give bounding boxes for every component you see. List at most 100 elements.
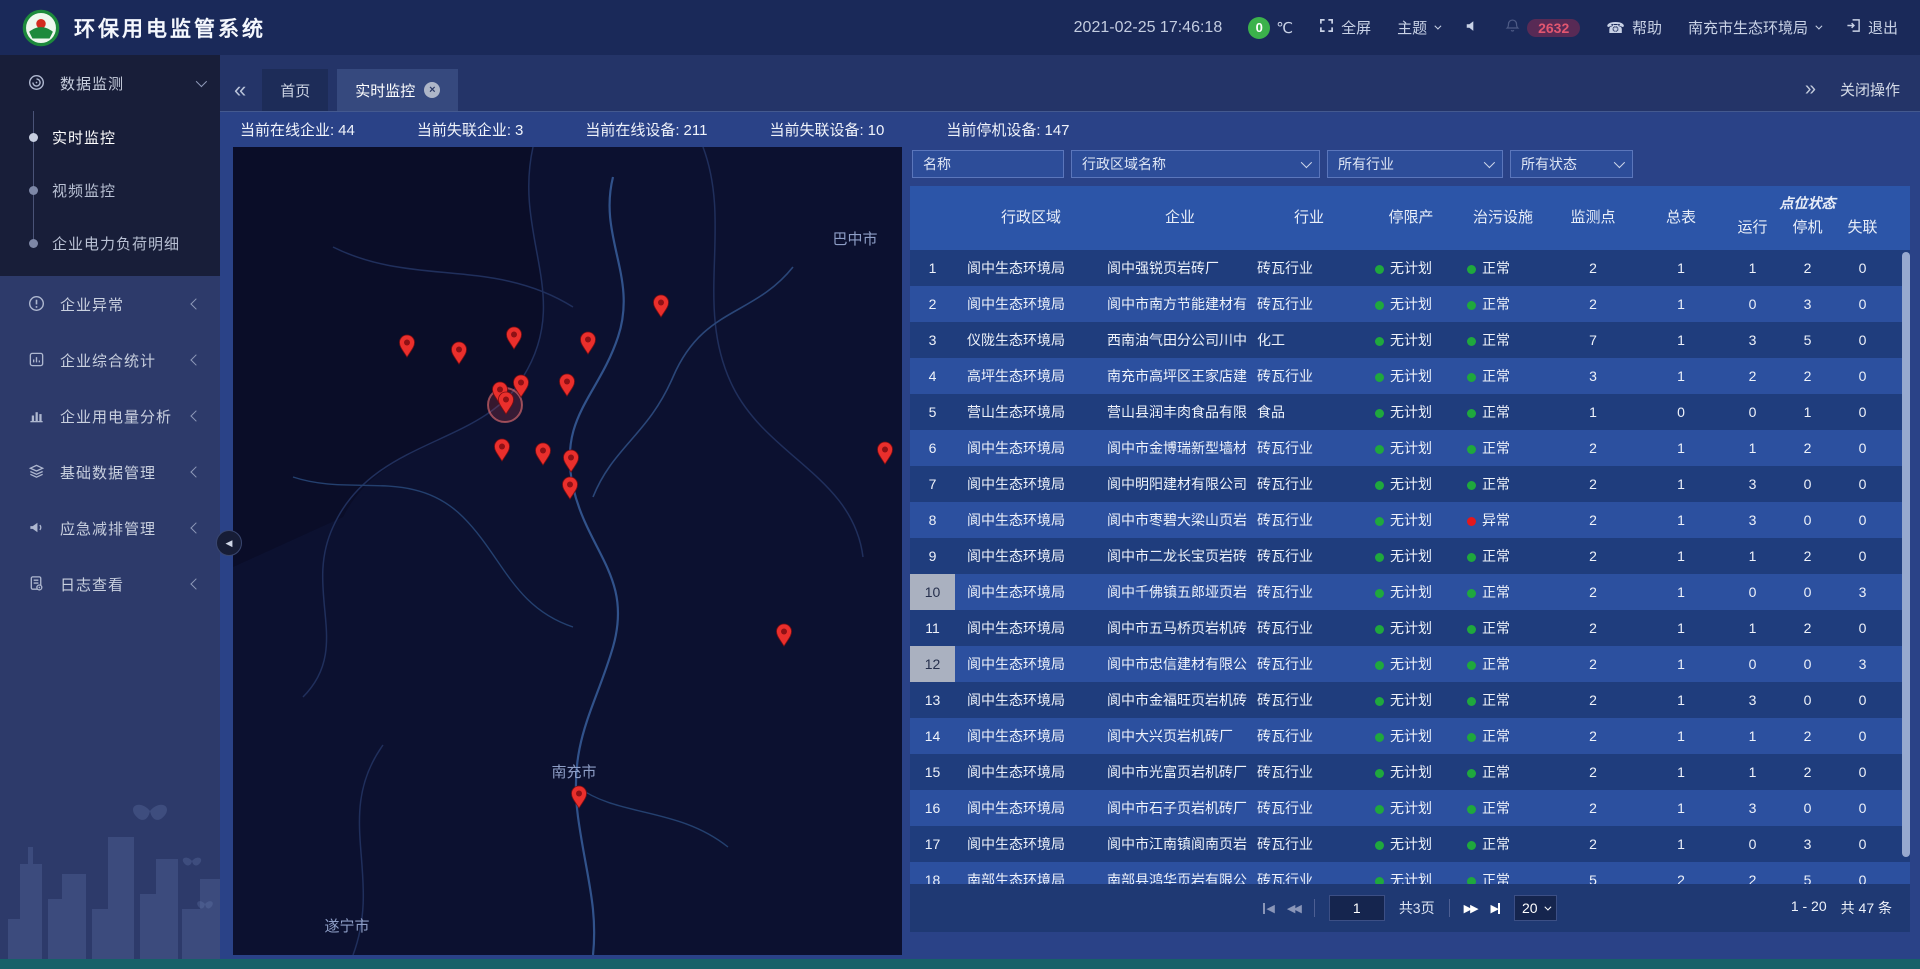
- cell-total-meters: 1: [1637, 512, 1725, 528]
- cell-lost: 0: [1835, 800, 1890, 816]
- tab-realtime-monitoring[interactable]: 实时监控×: [337, 69, 458, 111]
- status-dot-icon: [1467, 481, 1476, 490]
- table-row[interactable]: 10阆中生态环境局阆中千佛镇五郎垭页岩砖瓦行业无计划正常21003: [910, 574, 1910, 610]
- notifications-button[interactable]: 2632: [1505, 18, 1580, 37]
- close-tab-icon[interactable]: ×: [424, 82, 440, 98]
- table-row[interactable]: 2阆中生态环境局阆中市南方节能建材有砖瓦行业无计划正常21030: [910, 286, 1910, 322]
- sub-column-header: 运行: [1725, 214, 1780, 250]
- table-row[interactable]: 6阆中生态环境局阆中市金博瑞新型墙材砖瓦行业无计划正常21120: [910, 430, 1910, 466]
- table-row[interactable]: 4高坪生态环境局南充市高坪区王家店建砖瓦行业无计划正常31220: [910, 358, 1910, 394]
- cell-stopped: 0: [1780, 800, 1835, 816]
- status-dot-icon: [1467, 553, 1476, 562]
- table-row[interactable]: 13阆中生态环境局阆中市金福旺页岩机砖砖瓦行业无计划正常21300: [910, 682, 1910, 718]
- fullscreen-button[interactable]: 全屏: [1319, 17, 1371, 38]
- horn-icon: [28, 519, 46, 537]
- stat-label: 当前失联设备:: [769, 122, 863, 139]
- table-row[interactable]: 18南部生态环境局南部县鸿华页岩有限公砖瓦行业无计划正常52250: [910, 862, 1910, 884]
- cell-industry: 砖瓦行业: [1253, 366, 1365, 386]
- sidebar-subitem-realtime-monitoring[interactable]: 实时监控: [0, 111, 220, 164]
- cell-industry: 砖瓦行业: [1253, 798, 1365, 818]
- sidebar-item-company-statistics[interactable]: 企业综合统计: [0, 332, 220, 388]
- cell-monitor-points: 2: [1549, 728, 1637, 744]
- sidebar-item-label: 基础数据管理: [60, 462, 178, 483]
- chevron-down-icon: [196, 76, 207, 87]
- tabs-scroll-left-icon[interactable]: «: [220, 69, 262, 111]
- filter-name-input[interactable]: [912, 150, 1064, 178]
- status-dot-icon: [1467, 517, 1476, 526]
- sidebar-item-emergency-reduction[interactable]: 应急减排管理: [0, 500, 220, 556]
- table-row[interactable]: 16阆中生态环境局阆中市石子页岩机砖厂砖瓦行业无计划正常21300: [910, 790, 1910, 826]
- pagination-prev-button[interactable]: ◀◀: [1287, 902, 1300, 915]
- cell-pollution-facility: 正常: [1457, 294, 1549, 314]
- sidebar-item-company-abnormal[interactable]: 企业异常: [0, 276, 220, 332]
- cell-pollution-facility: 正常: [1457, 474, 1549, 494]
- theme-dropdown[interactable]: 主题: [1397, 17, 1439, 38]
- help-button[interactable]: ☎ 帮助: [1606, 17, 1662, 38]
- map-panel[interactable]: 巴中市南充市遂宁市: [233, 147, 902, 955]
- sub-column-header: 停机: [1780, 214, 1835, 250]
- sidebar-item-power-analysis[interactable]: 企业用电量分析: [0, 388, 220, 444]
- table-row[interactable]: 3仪陇生态环境局西南油气田分公司川中化工无计划正常71350: [910, 322, 1910, 358]
- sidebar-group-data-monitoring: 数据监测实时监控视频监控企业电力负荷明细: [0, 55, 220, 276]
- status-dot-icon: [1467, 661, 1476, 670]
- cell-limit-production: 无计划: [1365, 762, 1457, 782]
- sidebar-item-base-data[interactable]: 基础数据管理: [0, 444, 220, 500]
- sidebar-subitem-power-load-detail[interactable]: 企业电力负荷明细: [0, 217, 220, 270]
- mute-button[interactable]: [1465, 19, 1479, 37]
- column-header: 监测点: [1549, 186, 1637, 250]
- cell-pollution-facility: 正常: [1457, 762, 1549, 782]
- sidebar-item-data-monitoring[interactable]: 数据监测: [0, 55, 220, 111]
- filter-status-select[interactable]: 所有状态: [1510, 150, 1633, 178]
- cell-stopped: 2: [1780, 368, 1835, 384]
- table-row[interactable]: 7阆中生态环境局阆中明阳建材有限公司砖瓦行业无计划正常21300: [910, 466, 1910, 502]
- pagination-page-input[interactable]: 1: [1329, 895, 1385, 921]
- pagination-last-button[interactable]: ▶: [1491, 902, 1500, 915]
- cell-pollution-facility: 正常: [1457, 366, 1549, 386]
- sidebar-item-log-view[interactable]: 日志查看: [0, 556, 220, 612]
- status-dot-icon: [1375, 373, 1384, 382]
- table-row[interactable]: 11阆中生态环境局阆中市五马桥页岩机砖砖瓦行业无计划正常21120: [910, 610, 1910, 646]
- cell-index: 10: [910, 574, 955, 610]
- table-row[interactable]: 14阆中生态环境局阆中大兴页岩机砖厂砖瓦行业无计划正常21120: [910, 718, 1910, 754]
- cell-pollution-facility: 正常: [1457, 330, 1549, 350]
- temperature-value: 0: [1248, 17, 1270, 39]
- cell-region: 阆中生态环境局: [955, 546, 1107, 566]
- cell-limit-production: 无计划: [1365, 438, 1457, 458]
- stat-value: 10: [868, 122, 885, 139]
- divider: [1314, 899, 1315, 917]
- column-header: 行政区域: [955, 186, 1107, 250]
- tab-home[interactable]: 首页: [262, 69, 328, 111]
- org-dropdown[interactable]: 南充市生态环境局: [1688, 17, 1820, 38]
- cell-limit-production: 无计划: [1365, 582, 1457, 602]
- pagination-first-button[interactable]: ◀: [1263, 902, 1272, 915]
- table-row[interactable]: 8阆中生态环境局阆中市枣碧大梁山页岩砖瓦行业无计划异常21300: [910, 502, 1910, 538]
- table-scrollbar[interactable]: [1902, 252, 1910, 882]
- table-row[interactable]: 1阆中生态环境局阆中强锐页岩砖厂砖瓦行业无计划正常21120: [910, 250, 1910, 286]
- stat-stopped-devices: 当前停机设备:147: [946, 119, 1069, 140]
- scrollbar-thumb[interactable]: [1902, 252, 1910, 857]
- status-dot-icon: [1467, 625, 1476, 634]
- cell-limit-production: 无计划: [1365, 474, 1457, 494]
- cell-company: 西南油气田分公司川中: [1107, 330, 1253, 350]
- table-row[interactable]: 15阆中生态环境局阆中市光富页岩机砖厂砖瓦行业无计划正常21120: [910, 754, 1910, 790]
- cell-region: 阆中生态环境局: [955, 762, 1107, 782]
- sidebar-subitem-video-monitoring[interactable]: 视频监控: [0, 164, 220, 217]
- tabs-scroll-right-icon[interactable]: »: [1805, 78, 1816, 101]
- page-size-select[interactable]: 20: [1514, 895, 1557, 921]
- cell-company: 阆中市五马桥页岩机砖: [1107, 618, 1253, 638]
- pagination-next-button[interactable]: ▶▶: [1464, 902, 1477, 915]
- filter-industry-select[interactable]: 所有行业: [1327, 150, 1503, 178]
- cell-monitor-points: 2: [1549, 584, 1637, 600]
- table-row[interactable]: 9阆中生态环境局阆中市二龙长宝页岩砖砖瓦行业无计划正常21120: [910, 538, 1910, 574]
- table-row[interactable]: 17阆中生态环境局阆中市江南镇阆南页岩砖瓦行业无计划正常21030: [910, 826, 1910, 862]
- table-row[interactable]: 12阆中生态环境局阆中市忠信建材有限公砖瓦行业无计划正常21003: [910, 646, 1910, 682]
- logout-button[interactable]: 退出: [1846, 17, 1898, 38]
- filter-region-select[interactable]: 行政区域名称: [1071, 150, 1320, 178]
- table-row[interactable]: 5营山生态环境局营山县润丰肉食品有限食品无计划正常10010: [910, 394, 1910, 430]
- filter-name-textbox[interactable]: [923, 156, 1053, 172]
- map-canvas[interactable]: 巴中市南充市遂宁市: [233, 147, 902, 955]
- close-operations-button[interactable]: 关闭操作: [1840, 79, 1900, 100]
- cell-lost: 0: [1835, 476, 1890, 492]
- cell-company: 阆中强锐页岩砖厂: [1107, 258, 1253, 278]
- sidebar-collapse-button[interactable]: ◀: [216, 530, 242, 556]
